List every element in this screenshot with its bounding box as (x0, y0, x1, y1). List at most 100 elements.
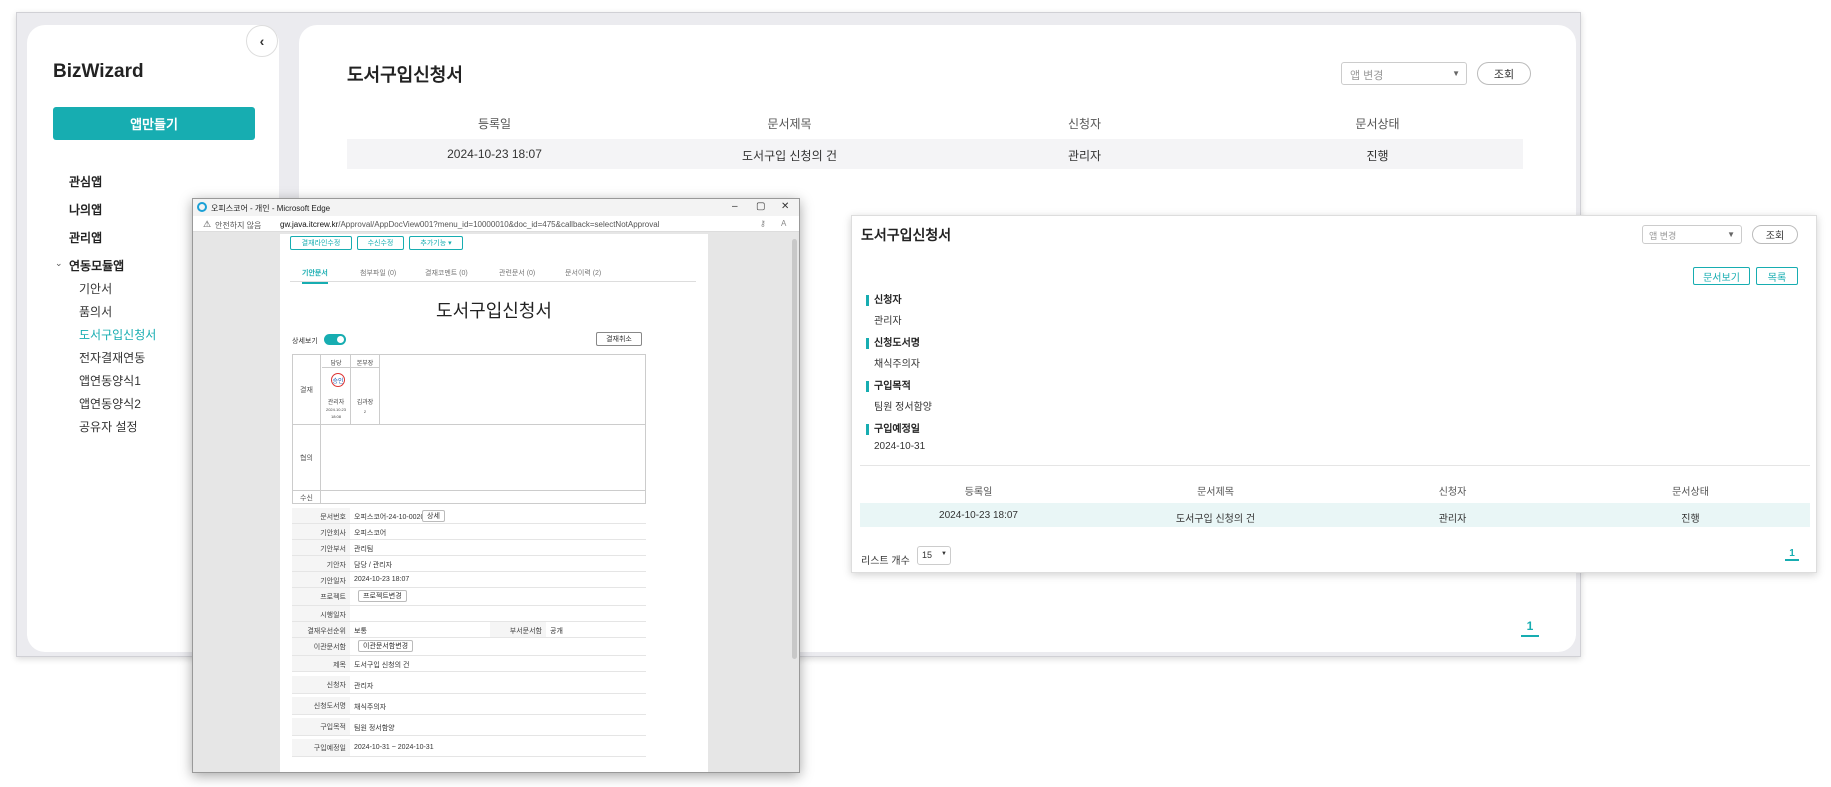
info-value: 오피스코어 (354, 530, 387, 537)
approved-stamp[interactable]: 승인 (331, 373, 345, 387)
info-value: 2024-10-23 18:07 (354, 576, 410, 583)
approval-document: 결재라인수정 수신수정 추가기능 ▾ 기안문서 첨부파일 (0) 결재코멘트 (… (280, 234, 708, 772)
list-button[interactable]: 목록 (1756, 267, 1798, 285)
address-bar[interactable]: ⚠ 안전하지 않음 gw.java.itcrew.kr/Approval/App… (193, 216, 799, 232)
table-row[interactable]: 2024-10-23 18:07 도서구입 신청의 건 관리자 진행 (860, 503, 1810, 527)
nav-linked-modules[interactable]: 연동모듈앱 (69, 257, 124, 274)
info-row-company: 기안회사 오피스코어 (292, 524, 646, 540)
window-titlebar: 오피스코어 - 개인 - Microsoft Edge – ▢ ✕ (193, 199, 799, 216)
nav-item-sharer-settings[interactable]: 공유자 설정 (79, 418, 138, 435)
list-count-label: 리스트 개수 (861, 556, 910, 567)
tab-related-docs[interactable]: 관련문서 (0) (499, 268, 535, 278)
info-label: 결재우선순위 (292, 622, 350, 637)
doc-detail-button[interactable]: 상세 (422, 510, 445, 522)
view-document-button[interactable]: 문서보기 (1693, 267, 1750, 285)
dropdown-caret-icon: ▼ (1452, 69, 1460, 78)
nav-admin-apps[interactable]: 관리앱 (69, 229, 102, 246)
panel-row-status: 진행 (1681, 514, 1700, 525)
tab-doc-history[interactable]: 문서이력 (2) (565, 268, 601, 278)
row-status: 진행 (1366, 149, 1389, 163)
panel-column-header-status: 문서상태 (1672, 487, 1709, 498)
cancel-approval-button[interactable]: 결재취소 (596, 332, 642, 346)
chevron-down-icon[interactable]: ⌄ (55, 258, 63, 269)
field-value-book-name: 채식주의자 (874, 359, 920, 370)
scrollbar[interactable] (792, 239, 797, 659)
info-value: 팀원 정서함양 (354, 725, 395, 732)
approver-name: 관리자 (327, 400, 345, 406)
tab-attachments[interactable]: 첨부파일 (0) (360, 268, 396, 278)
make-app-button[interactable]: 앱만들기 (53, 107, 255, 140)
collapse-sidebar-icon[interactable]: ‹ (246, 25, 278, 57)
nav-item-form2[interactable]: 앱연동양식2 (79, 395, 141, 412)
panel-pagination-page[interactable]: 1 (1785, 548, 1799, 561)
nav-item-eapproval-link[interactable]: 전자결재연동 (79, 349, 145, 366)
info-row-book: 신청도서명 채식주의자 (292, 697, 646, 715)
detail-view-toggle[interactable] (324, 334, 346, 345)
info-label: 기안일자 (292, 572, 350, 587)
approver-role: 본부장 (356, 361, 374, 367)
receive-side-label: 수신 (293, 491, 321, 504)
edit-recipient-button[interactable]: 수신수정 (357, 236, 404, 250)
panel-row-date: 2024-10-23 18:07 (939, 510, 1018, 521)
change-transfer-box-button[interactable]: 이관문서함변경 (358, 640, 414, 652)
info-row-draft-date: 기안일자 2024-10-23 18:07 (292, 572, 646, 588)
approver-name: 김과장 (356, 400, 374, 406)
change-project-button[interactable]: 프로젝트변경 (358, 590, 407, 602)
info-label: 구입목적 (292, 718, 350, 735)
field-label-applicant: 신청자 (866, 295, 902, 306)
nav-my-apps[interactable]: 나의앱 (69, 201, 102, 218)
url-path: /Approval/AppDocView001?menu_id=10000010… (338, 220, 660, 229)
table-row[interactable]: 2024-10-23 18:07 도서구입 신청의 건 관리자 진행 (347, 139, 1523, 169)
info-label: 기안회사 (292, 524, 350, 539)
field-value-applicant: 관리자 (874, 316, 902, 327)
approval-order: 2 (363, 409, 367, 414)
read-aloud-icon[interactable]: A (781, 219, 786, 228)
field-label-purchase-date: 구입예정일 (866, 424, 920, 435)
divider (293, 424, 645, 425)
divider (293, 490, 645, 491)
tab-approval-comments[interactable]: 결재코멘트 (0) (425, 268, 468, 278)
nav-item-form1[interactable]: 앱연동양식1 (79, 372, 141, 389)
warning-icon: ⚠ (203, 219, 212, 229)
info-label: 신청도서명 (292, 697, 350, 714)
row-applicant: 관리자 (1067, 149, 1102, 163)
search-button[interactable]: 조회 (1477, 62, 1531, 85)
edit-approval-line-button[interactable]: 결재라인수정 (290, 236, 352, 250)
approval-date: 2024.10.23 (325, 407, 347, 412)
approval-time: 18:08 (330, 414, 341, 419)
panel-title: 도서구입신청서 (861, 227, 952, 243)
info-row-applicant: 신청자 관리자 (292, 676, 646, 694)
divider (351, 367, 379, 368)
column-header-date: 등록일 (477, 117, 512, 131)
edge-popup-window: 오피스코어 - 개인 - Microsoft Edge – ▢ ✕ ⚠ 안전하지… (192, 198, 800, 773)
nav-item-draft[interactable]: 기안서 (79, 280, 112, 297)
info-row-priority: 결재우선순위 보통 부서문서함 공개 (292, 622, 646, 638)
panel-app-change-select[interactable]: 앱 변경 ▼ (1642, 225, 1742, 244)
info-value: 공개 (550, 628, 563, 635)
security-warning: 안전하지 않음 (215, 221, 262, 230)
list-count-select[interactable]: 15 ▼ (917, 546, 951, 565)
panel-row-title: 도서구입 신청의 건 (1175, 514, 1256, 525)
maximize-icon[interactable]: ▢ (756, 201, 765, 212)
key-icon[interactable]: ⚷ (760, 219, 766, 228)
list-count-value: 15 (922, 550, 933, 560)
tab-draft-doc[interactable]: 기안문서 (302, 268, 328, 284)
info-value: 관리자 (354, 683, 374, 690)
nav-favorites[interactable]: 관심앱 (69, 173, 102, 190)
close-icon[interactable]: ✕ (781, 201, 789, 212)
nav-item-proposal[interactable]: 품의서 (79, 303, 112, 320)
info-label: 제목 (292, 656, 350, 671)
nav-item-book-request[interactable]: 도서구입신청서 (79, 326, 156, 343)
app-change-select[interactable]: 앱 변경 ▼ (1341, 62, 1467, 85)
info-label: 부서문서함 (490, 622, 546, 637)
more-functions-button[interactable]: 추가기능 ▾ (409, 236, 463, 250)
url-text[interactable]: gw.java.itcrew.kr/Approval/AppDocView001… (280, 220, 659, 229)
minimize-icon[interactable]: – (732, 201, 738, 212)
info-label: 시행일자 (292, 606, 350, 621)
panel-search-button[interactable]: 조회 (1752, 225, 1798, 244)
pagination-page[interactable]: 1 (1521, 619, 1539, 637)
info-value: 2024-10-31 ~ 2024-10-31 (354, 744, 434, 751)
panel-row-applicant: 관리자 (1438, 514, 1467, 525)
field-value-purpose: 팀원 정서함양 (874, 402, 932, 413)
info-value: 도서구입 신청의 건 (354, 662, 410, 669)
